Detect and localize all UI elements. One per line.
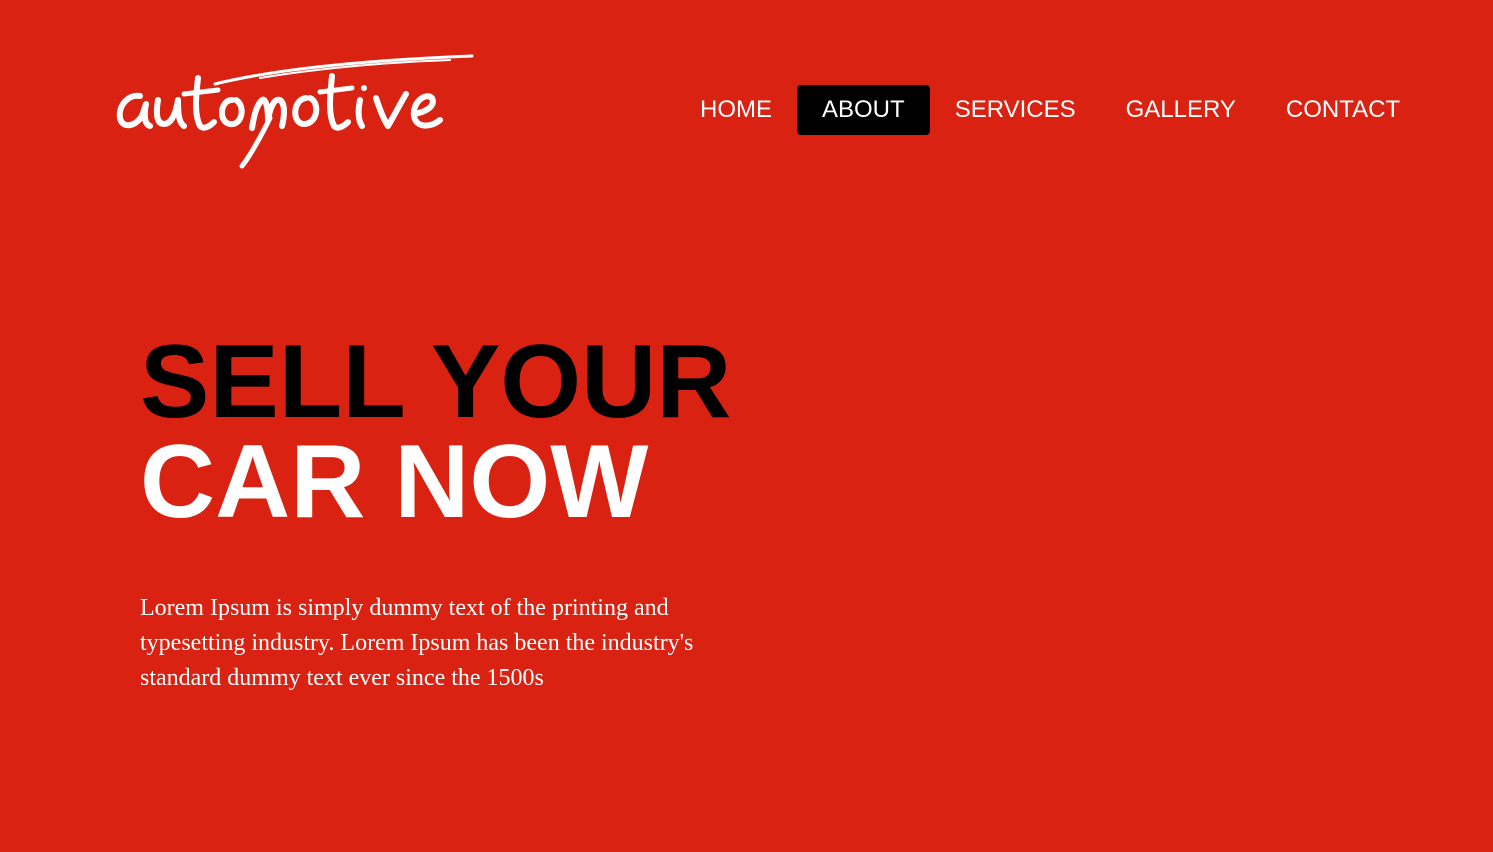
main-navigation: HOME ABOUT SERVICES GALLERY CONTACT	[675, 85, 1425, 135]
hero-title-line-1: SELL YOUR	[140, 324, 732, 440]
brand-logo[interactable]	[110, 48, 480, 172]
nav-item-home[interactable]: HOME	[675, 85, 797, 135]
automotive-logo-mark	[116, 54, 474, 169]
hero-title: SELL YOUR CAR NOW	[140, 324, 840, 540]
nav-item-about[interactable]: ABOUT	[797, 85, 930, 135]
hero-description: Lorem Ipsum is simply dummy text of the …	[140, 595, 694, 691]
hero-title-line-2: CAR NOW	[140, 424, 649, 540]
nav-item-gallery[interactable]: GALLERY	[1101, 85, 1261, 135]
page: HOME ABOUT SERVICES GALLERY CONTACT SELL…	[0, 0, 1493, 852]
nav-item-contact[interactable]: CONTACT	[1261, 85, 1425, 135]
nav-item-services[interactable]: SERVICES	[930, 85, 1101, 135]
hero-section: SELL YOUR CAR NOW	[140, 324, 840, 540]
